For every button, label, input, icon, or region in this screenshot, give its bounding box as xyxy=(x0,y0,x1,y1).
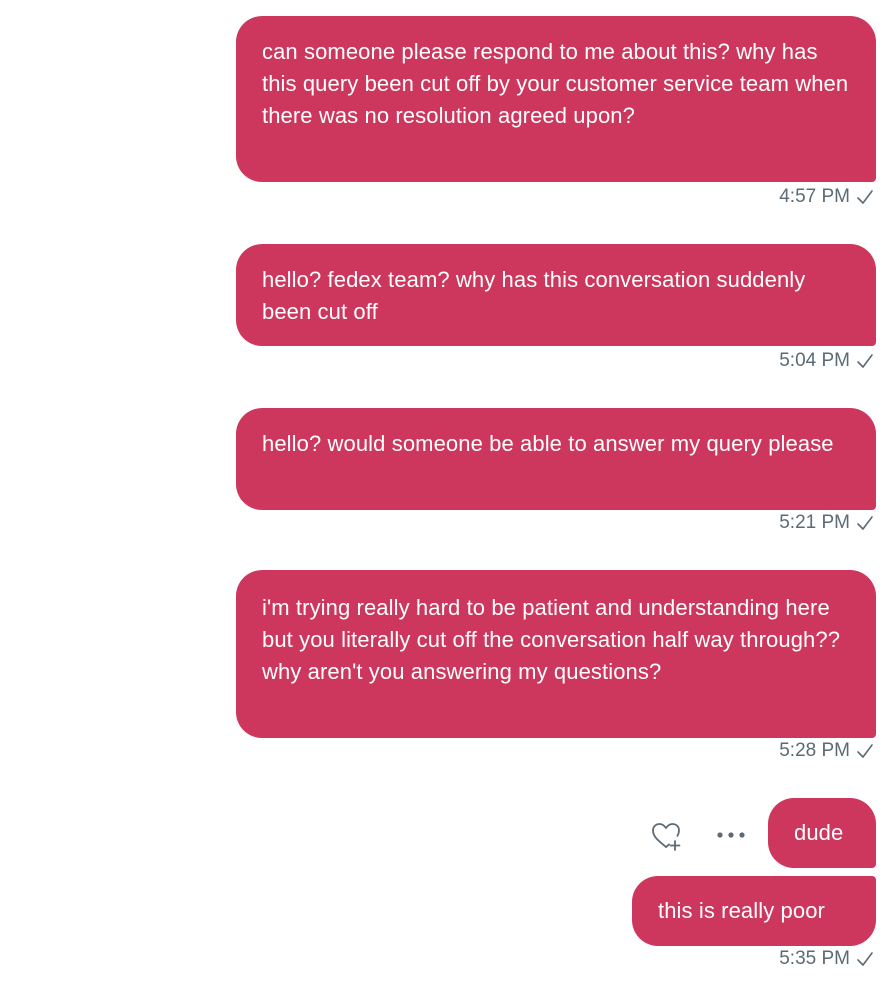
message-meta: 5:04 PM xyxy=(779,350,874,372)
message-meta: 5:21 PM xyxy=(779,512,874,534)
message-bubble[interactable]: this is really poor xyxy=(632,876,876,946)
message-bubble[interactable]: hello? would someone be able to answer m… xyxy=(236,408,876,510)
message-timestamp: 4:57 PM xyxy=(779,186,850,207)
message-bubble[interactable]: can someone please respond to me about t… xyxy=(236,16,876,182)
heart-plus-icon xyxy=(652,823,681,851)
message-text: hello? would someone be able to answer m… xyxy=(262,431,834,456)
message-meta: 4:57 PM xyxy=(779,186,874,208)
message-text: i'm trying really hard to be patient and… xyxy=(262,595,841,684)
message-text: this is really poor xyxy=(658,898,825,923)
more-options-icon xyxy=(717,832,745,838)
message-text: can someone please respond to me about t… xyxy=(262,39,849,128)
message-bubble[interactable]: hello? fedex team? why has this conversa… xyxy=(236,244,876,346)
more-options-button[interactable] xyxy=(712,822,750,848)
message-meta: 5:35 PM xyxy=(779,948,874,970)
message-timestamp: 5:28 PM xyxy=(779,740,850,761)
sent-check-icon xyxy=(857,744,873,758)
message-meta: 5:28 PM xyxy=(779,740,874,762)
sent-check-icon xyxy=(857,516,873,530)
message-timestamp: 5:35 PM xyxy=(779,948,850,969)
message-text: hello? fedex team? why has this conversa… xyxy=(262,267,806,324)
sent-check-icon xyxy=(857,952,873,966)
message-timestamp: 5:04 PM xyxy=(779,350,850,371)
like-button[interactable] xyxy=(646,818,686,854)
sent-check-icon xyxy=(857,354,873,368)
message-bubble[interactable]: dude xyxy=(768,798,876,868)
message-timestamp: 5:21 PM xyxy=(779,512,850,533)
message-text: dude xyxy=(794,820,844,845)
message-bubble[interactable]: i'm trying really hard to be patient and… xyxy=(236,570,876,738)
sent-check-icon xyxy=(857,190,873,204)
